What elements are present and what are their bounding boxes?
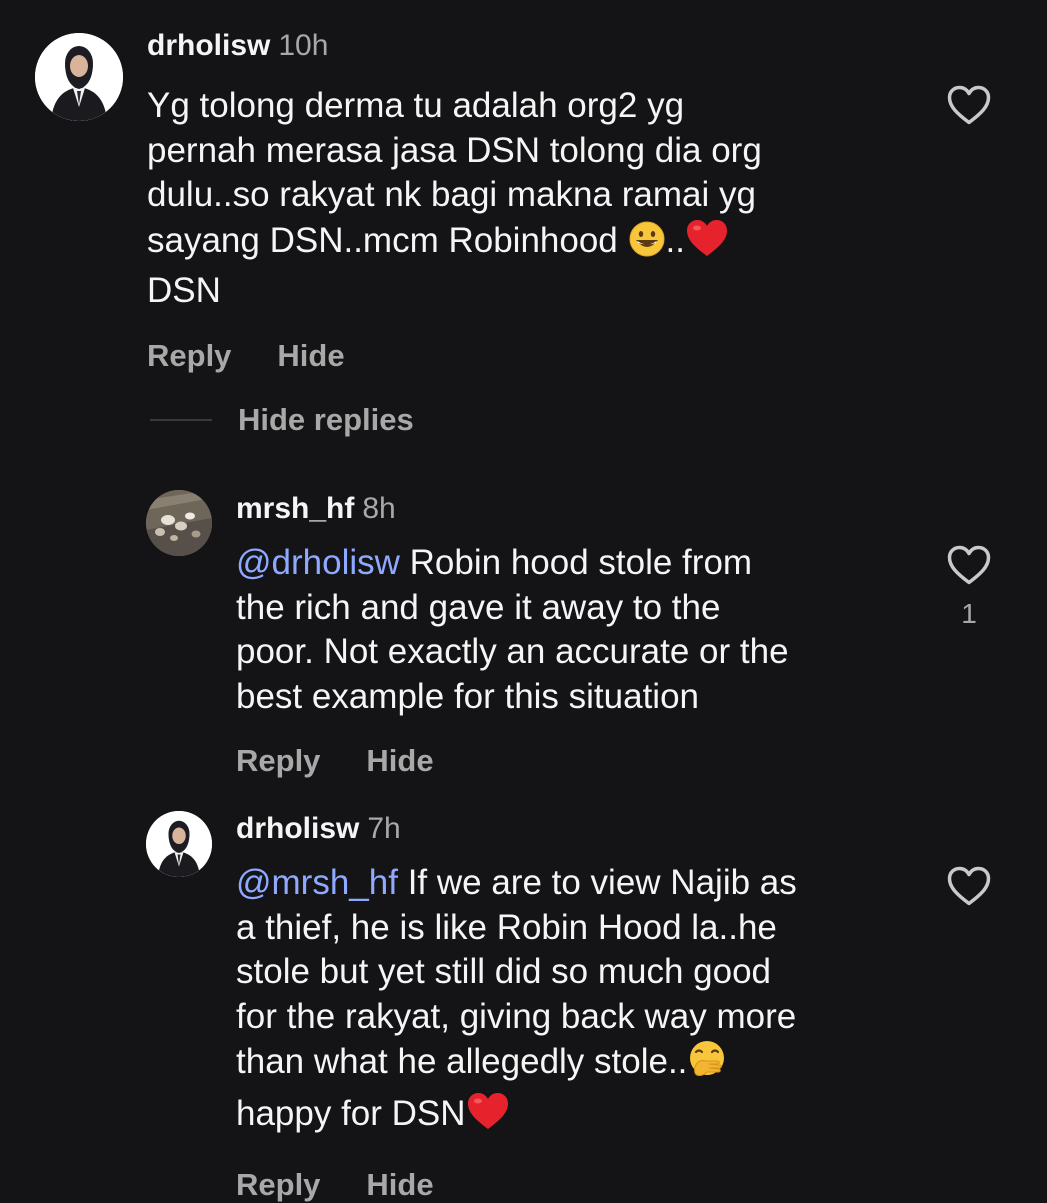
grinning-face-icon <box>628 220 666 270</box>
divider-line <box>150 419 212 421</box>
comment-actions: Reply Hide <box>147 338 927 374</box>
comment-line: pernah merasa jasa DSN tolong dia org <box>147 130 762 170</box>
hide-replies-toggle[interactable]: Hide replies <box>150 400 414 440</box>
red-heart-icon <box>466 1091 510 1143</box>
reply-text: @mrsh_hf If we are to view Najib as a th… <box>236 861 936 1143</box>
hide-button[interactable]: Hide <box>277 338 344 373</box>
username[interactable]: drholisw <box>236 812 359 845</box>
timestamp: 8h <box>362 492 396 525</box>
reply-line: for the rakyat, giving back way more <box>236 996 797 1036</box>
reply-meta: drholisw 7h <box>236 811 936 847</box>
face-with-hand-over-mouth-icon <box>687 1039 727 1091</box>
reply-actions: Reply Hide <box>236 743 936 779</box>
avatar[interactable] <box>35 33 123 121</box>
hide-replies-label[interactable]: Hide replies <box>238 402 414 438</box>
reply-text: @drholisw Robin hood stole from the rich… <box>236 541 936 719</box>
mention-link[interactable]: @mrsh_hf <box>236 863 398 902</box>
timestamp: 10h <box>278 29 329 62</box>
heart-outline-icon[interactable] <box>946 865 992 907</box>
hide-button[interactable]: Hide <box>366 743 433 778</box>
like-area <box>942 865 996 907</box>
heart-outline-icon[interactable] <box>946 84 992 126</box>
comment-line: DSN <box>147 271 221 311</box>
comment-text: Yg tolong derma tu adalah org2 yg pernah… <box>147 84 927 314</box>
woman-avatar-icon <box>146 811 212 877</box>
reply-button[interactable]: Reply <box>236 1167 320 1202</box>
username[interactable]: drholisw <box>147 29 270 62</box>
woman-avatar-icon <box>35 33 123 121</box>
reply-line: the rich and gave it away to the <box>236 587 721 627</box>
reply-actions: Reply Hide <box>236 1167 936 1203</box>
avatar[interactable] <box>146 811 212 877</box>
reply-button[interactable]: Reply <box>147 338 231 373</box>
like-count: 1 <box>961 598 977 629</box>
comment: drholisw 10h Yg tolong derma tu adalah or… <box>0 0 1047 400</box>
comment-body: drholisw 10h Yg tolong derma tu adalah or… <box>147 28 927 374</box>
pebbles-photo-icon <box>146 490 212 556</box>
reply-line: If we are to view Najib as <box>397 863 797 902</box>
comment-line: Yg tolong derma tu adalah org2 yg <box>147 86 685 125</box>
reply-line: Robin hood stole from <box>399 543 753 582</box>
reply-line: than what he allegedly stole.. <box>236 1042 688 1082</box>
reply: mrsh_hf 8h @drholisw Robin hood stole fro… <box>0 480 1047 790</box>
reply-line: a thief, he is like Robin Hood la..he <box>236 907 777 947</box>
red-heart-icon <box>685 218 729 270</box>
timestamp: 7h <box>367 812 401 845</box>
reply-button[interactable]: Reply <box>236 743 320 778</box>
like-area <box>942 84 996 126</box>
avatar[interactable] <box>146 490 212 556</box>
comment-line: sayang DSN..mcm Robinhood <box>147 220 618 260</box>
reply-body: mrsh_hf 8h @drholisw Robin hood stole fro… <box>236 491 936 779</box>
comment-line: dulu..so rakyat nk bagi makna ramai yg <box>147 175 756 215</box>
reply-line: poor. Not exactly an accurate or the <box>236 632 789 672</box>
reply-meta: mrsh_hf 8h <box>236 491 936 527</box>
reply: drholisw 7h @mrsh_hf If we are to view Na… <box>0 800 1047 1203</box>
reply-body: drholisw 7h @mrsh_hf If we are to view Na… <box>236 811 936 1203</box>
heart-outline-icon[interactable] <box>946 544 992 586</box>
comment-meta: drholisw 10h <box>147 28 927 64</box>
reply-line: happy for DSN <box>236 1093 466 1133</box>
username[interactable]: mrsh_hf <box>236 492 354 525</box>
like-area: 1 <box>942 544 996 630</box>
comment-ellipsis: .. <box>665 220 685 260</box>
reply-line: stole but yet still did so much good <box>236 952 772 992</box>
reply-line: best example for this situation <box>236 676 700 716</box>
hide-button[interactable]: Hide <box>366 1167 433 1202</box>
mention-link[interactable]: @drholisw <box>236 543 400 582</box>
